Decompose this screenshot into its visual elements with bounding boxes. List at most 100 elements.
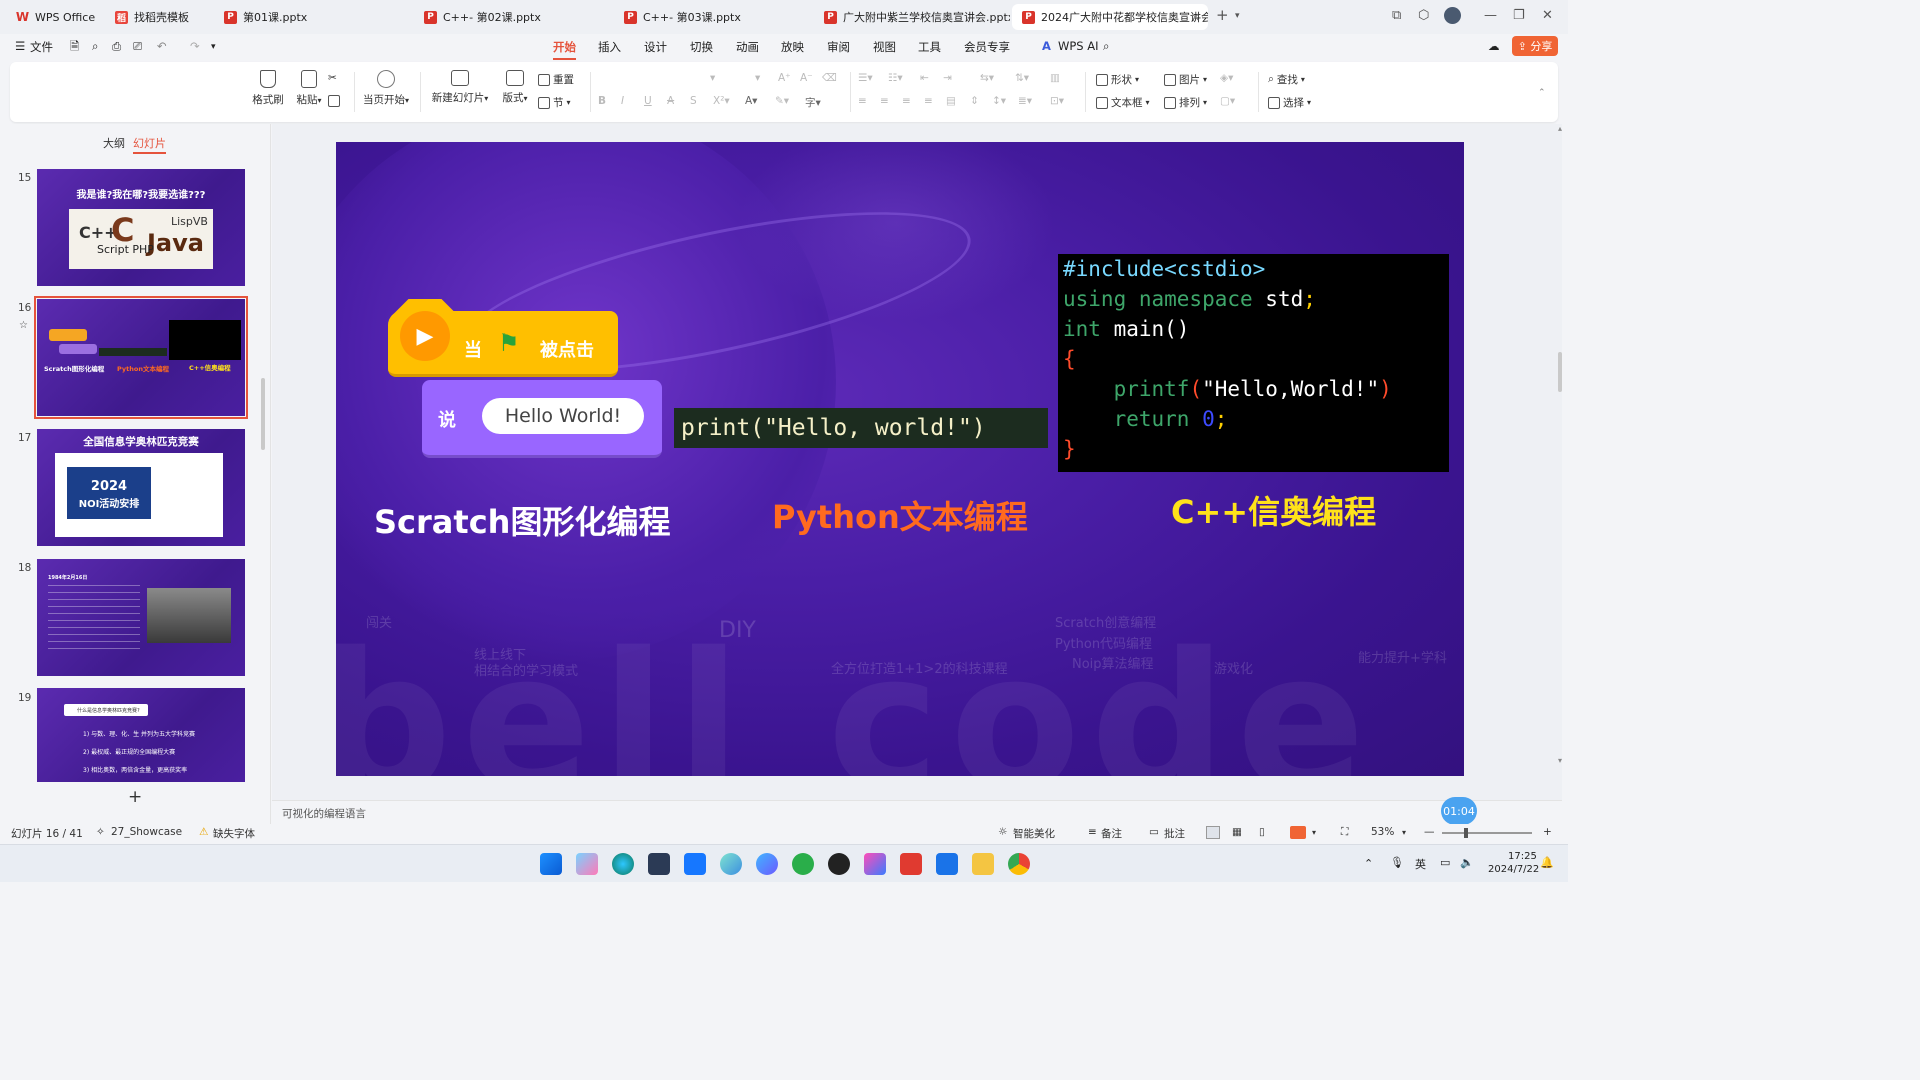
wps-taskbar-icon[interactable] [900,853,922,875]
increase-font-icon[interactable]: A⁺ [778,72,791,84]
copilot-icon[interactable] [576,853,598,875]
app-icon[interactable] [720,853,742,875]
sort-icon[interactable]: ⇅▾ [1015,72,1029,84]
edge-browser-icon[interactable] [612,853,634,875]
font-size-dropdown[interactable]: ▾ [710,72,715,84]
clock-date[interactable]: 2024/7/22 [1488,864,1539,875]
dev-app-icon[interactable] [648,853,670,875]
slide-thumb-15[interactable]: 我是谁?我在哪?我要选谁??? C++ C Java Script PHP Li… [37,169,245,286]
user-avatar-icon[interactable] [1444,7,1461,24]
tab-huadu-presentation[interactable]: P 2024广大附中花都学校信奥宣讲会 ✕ [1012,4,1208,30]
speaker-notes[interactable]: 可视化的编程语言 [272,800,1562,824]
picture-button[interactable]: 图片 ▾ [1164,72,1207,87]
slideshow-play-icon[interactable] [1290,826,1306,839]
find-button[interactable]: ⌕ 查找 ▾ [1268,72,1305,87]
menu-transitions[interactable]: 切换 [690,39,713,55]
menu-home[interactable]: 开始 [553,39,576,60]
bold-icon[interactable]: B [598,95,606,107]
zoom-slider-handle[interactable] [1464,828,1468,838]
textbox-button[interactable]: 文本框 ▾ [1096,95,1150,110]
comments-button[interactable]: 批注 [1164,826,1185,841]
tray-chevron-icon[interactable]: ⌃ [1364,857,1373,870]
decrease-indent-icon[interactable]: ⇤ [920,72,929,84]
paragraph-spacing-icon[interactable]: ≣▾ [1018,95,1032,107]
canvas-scrollbar[interactable] [1558,352,1562,392]
notes-button[interactable]: 备注 [1101,826,1122,841]
grid-view-icon[interactable]: ▦ [1232,826,1242,838]
superscript-icon[interactable]: X²▾ [713,95,730,107]
underline-icon[interactable]: U [644,95,652,107]
highlight-icon[interactable]: ✎▾ [775,95,789,107]
numbered-list-icon[interactable]: ☷▾ [888,72,903,84]
slide-thumb-17[interactable]: 全国信息学奥林匹克竞赛 2024 NOI活动安排 [37,429,245,546]
menu-file[interactable]: 文件 [30,39,53,55]
play-from-current-button[interactable]: 当页开始▾ [360,70,412,107]
columns-icon[interactable]: ▥ [1050,72,1060,84]
copy-icon[interactable] [328,95,340,107]
slide-thumb-19[interactable]: 什么是信息学奥林匹克竞赛? 1) 与数、理、化、生 并列为五大学科竞赛 2) 最… [37,688,245,782]
menu-animations[interactable]: 动画 [736,39,759,55]
star-icon[interactable]: ☆ [19,320,28,331]
menu-design[interactable]: 设计 [644,39,667,55]
tab-wps-office[interactable]: W WPS Office [6,4,98,30]
close-tab-icon[interactable]: ✕ [1191,11,1200,24]
share-button[interactable]: ⇪ 分享 [1512,36,1558,56]
add-slide-button[interactable]: + [128,787,142,807]
windows-start-icon[interactable] [540,853,562,875]
file-explorer-icon[interactable] [972,853,994,875]
format-painter-button[interactable]: 格式刷 [251,70,285,107]
menu-membership[interactable]: 会员专享 [964,39,1010,55]
save-icon[interactable]: 🗎 [70,39,79,58]
wechat-icon[interactable] [792,853,814,875]
section-button[interactable]: 节 ▾ [538,95,571,110]
bullet-list-icon[interactable]: ☰▾ [858,72,873,84]
arrange-button[interactable]: 排列 ▾ [1164,95,1207,110]
outline-icon[interactable]: ▢▾ [1220,95,1235,107]
network-icon[interactable]: ▭ [1440,856,1450,869]
missing-font[interactable]: 缺失字体 [213,826,255,841]
tab-docer-templates[interactable]: 稻 找稻壳模板 [105,4,210,30]
zoom-in-icon[interactable]: + [1543,826,1552,838]
distribute-icon[interactable]: ▤ [946,95,956,107]
more-chevron-icon[interactable]: ▾ [211,42,216,52]
search-icon[interactable]: ⌕ [1103,39,1109,54]
redo-icon[interactable]: ↷ [190,39,200,53]
menu-slideshow[interactable]: 放映 [781,39,804,55]
volume-icon[interactable]: 🔈 [1460,856,1474,869]
notification-bell-icon[interactable]: 🔔 [1540,856,1554,869]
scroll-down-icon[interactable]: ▾ [1558,756,1562,765]
slideshow-dropdown-icon[interactable]: ▾ [1312,828,1316,837]
wps-ai-icon[interactable]: A [1042,39,1051,53]
hamburger-icon[interactable]: ☰ [15,39,25,53]
fill-icon[interactable]: ◈▾ [1220,72,1233,84]
wps-ai-button[interactable]: WPS AI [1058,39,1099,53]
find-icon[interactable]: ⌕ [92,39,98,54]
new-slide-button[interactable]: 新建幻灯片▾ [430,70,490,105]
current-slide[interactable]: bell code 闯关 DIY 线上线下 相结合的学习模式 全方位打造1+1>… [336,142,1464,776]
align-left-icon[interactable]: ≡ [858,95,867,107]
char-spacing-icon[interactable]: 字▾ [805,95,821,110]
minimize-icon[interactable]: — [1484,8,1497,23]
tab-outline[interactable]: 大纲 [103,135,125,151]
tab-lesson-03[interactable]: P C++- 第03课.pptx [614,4,810,30]
zoom-out-icon[interactable]: — [1424,826,1435,838]
line-spacing-icon[interactable]: ↕▾ [992,95,1006,107]
paste-button[interactable]: 粘贴▾ [292,70,326,107]
menu-insert[interactable]: 插入 [598,39,621,55]
cloud-sync-icon[interactable]: ☁ [1488,39,1500,53]
chrome-icon[interactable] [1008,853,1030,875]
increase-indent-icon[interactable]: ⇥ [943,72,952,84]
italic-icon[interactable]: I [621,95,624,107]
smart-beautify-button[interactable]: 智能美化 [1013,826,1055,841]
notes-text[interactable]: 可视化的编程语言 [282,806,366,821]
align-center-icon[interactable]: ≡ [880,95,889,107]
qq-icon[interactable] [828,853,850,875]
tab-list-chevron-icon[interactable]: ▾ [1235,11,1240,21]
shadow-icon[interactable]: S [690,95,697,107]
print-icon[interactable]: ⎙ [112,39,121,54]
font-size-dropdown-2[interactable]: ▾ [755,72,760,84]
justify-icon[interactable]: ≡ [924,95,933,107]
close-window-icon[interactable]: ✕ [1542,8,1553,23]
font-color-icon[interactable]: A▾ [745,95,757,107]
microphone-icon[interactable]: 🎙 [1390,856,1404,869]
